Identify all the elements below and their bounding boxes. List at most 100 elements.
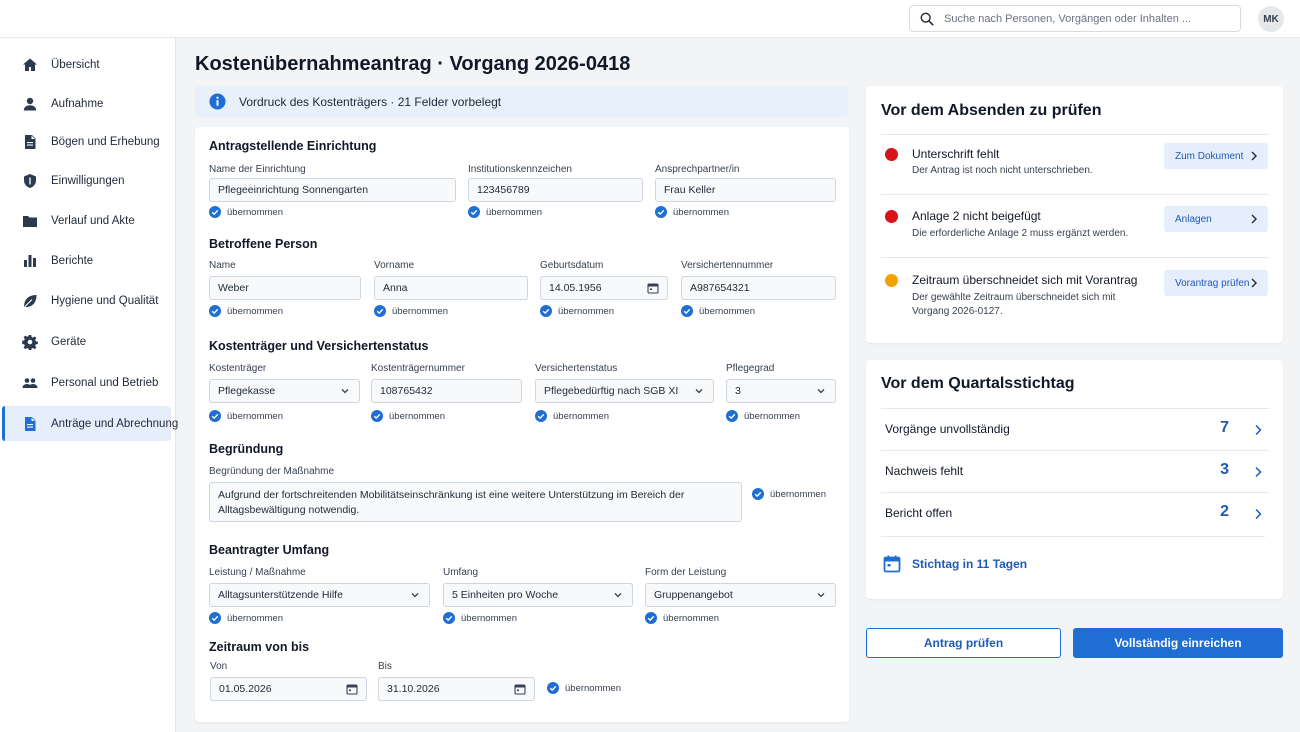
check-circle-icon <box>209 206 221 218</box>
lastname-field[interactable]: Weber <box>209 276 361 300</box>
field-label: Begründung der Maßnahme <box>209 466 335 477</box>
sidebar-item-label: Berichte <box>51 254 94 267</box>
sidebar-item-aufnahme[interactable]: Aufnahme <box>2 86 171 121</box>
banner-text: Vordruck des Kostenträgers · 21 Felder v… <box>239 94 502 109</box>
sidebar-item-label: Aufnahme <box>51 97 104 110</box>
people-icon <box>22 375 38 391</box>
confirmed-marker: übernommen <box>645 612 719 624</box>
chevron-right-icon <box>1255 466 1262 478</box>
insurance-status-select[interactable]: Pflegebedürftig nach SGB XI <box>535 379 714 403</box>
submit-button[interactable]: Vollständig einreichen <box>1073 628 1283 658</box>
sidebar-item-geraete[interactable]: Geräte <box>2 324 171 359</box>
chevron-down-icon <box>614 593 622 598</box>
info-banner: Vordruck des Kostenträgers · 21 Felder v… <box>195 86 848 117</box>
section-title-begruendung: Begründung <box>209 442 284 456</box>
bar-chart-icon <box>22 253 38 269</box>
date-from-field[interactable]: 01.05.2026 <box>210 677 367 701</box>
chevron-down-icon <box>695 389 703 394</box>
confirmed-marker: übernommen <box>540 305 614 317</box>
sidebar-item-hygiene[interactable]: Hygiene und Qualität <box>2 283 171 318</box>
form-value: Gruppenangebot <box>654 589 733 601</box>
sidebar-item-label: Einwilligungen <box>51 174 125 187</box>
divider <box>881 450 1269 451</box>
page-title: Kostenübernahmeantrag · Vorgang 2026-041… <box>195 53 631 75</box>
confirmed-marker: übernommen <box>443 612 517 624</box>
sidebar-item-einwilligungen[interactable]: Einwilligungen <box>2 163 171 198</box>
check-application-button[interactable]: Antrag prüfen <box>866 628 1061 658</box>
service-form-select[interactable]: Gruppenangebot <box>645 583 836 607</box>
confirmed-marker: übernommen <box>681 305 755 317</box>
confirmed-marker: übernommen <box>752 488 826 500</box>
confirmed-marker: übernommen <box>726 410 800 422</box>
care-grade-select[interactable]: 3 <box>726 379 836 403</box>
search-input[interactable] <box>944 12 1234 25</box>
payer-value: Pflegekasse <box>218 385 276 397</box>
divider <box>881 134 1269 135</box>
check-title: Anlage 2 nicht beigefügt <box>912 209 1041 223</box>
date-to-field[interactable]: 31.10.2026 <box>378 677 535 701</box>
quarter-row-report-open[interactable]: Bericht offen 2 <box>885 495 1269 533</box>
search-box[interactable] <box>909 5 1241 32</box>
check-circle-icon <box>681 305 693 317</box>
calendar-icon[interactable] <box>647 282 659 294</box>
dob-field[interactable]: 14.05.1956 <box>540 276 668 300</box>
service-value: Alltagsunterstützende Hilfe <box>218 589 343 601</box>
divider <box>881 257 1269 258</box>
sidebar-item-verlauf[interactable]: Verlauf und Akte <box>2 203 171 238</box>
ik-field[interactable]: 123456789 <box>468 178 643 202</box>
reason-textarea[interactable]: Aufgrund der fortschreitenden Mobilitäts… <box>209 482 742 522</box>
sidebar-item-label: Personal und Betrieb <box>51 376 159 389</box>
insurance-number-field[interactable]: A987654321 <box>681 276 836 300</box>
payer-select[interactable]: Pflegekasse <box>209 379 360 403</box>
divider <box>881 194 1269 195</box>
field-label: Vorname <box>374 260 415 271</box>
check-circle-icon <box>468 206 480 218</box>
payer-number-field[interactable]: 108765432 <box>371 379 522 403</box>
check-desc: Der gewählte Zeitraum überschneidet sich… <box>912 292 1116 317</box>
sidebar-item-label: Hygiene und Qualität <box>51 294 159 307</box>
field-label: Versichertenstatus <box>535 363 618 374</box>
sidebar-item-boegen[interactable]: Bögen und Erhebung <box>2 124 171 159</box>
avatar[interactable]: MK <box>1258 6 1284 32</box>
field-label: Pflegegrad <box>726 363 775 374</box>
quarter-row-incomplete[interactable]: Vorgänge unvollständig 7 <box>885 411 1269 449</box>
field-label: Kostenträgernummer <box>371 363 465 374</box>
facility-name-field[interactable]: Pflegeeinrichtung Sonnengarten <box>209 178 456 202</box>
chevron-down-icon <box>411 593 419 598</box>
to-document-button[interactable]: Zum Dokument <box>1164 143 1268 169</box>
contact-field[interactable]: Frau Keller <box>655 178 836 202</box>
sidebar-item-label: Geräte <box>51 335 87 348</box>
check-title: Unterschrift fehlt <box>912 147 1000 161</box>
section-title-kostentraeger: Kostenträger und Versichertenstatus <box>209 339 429 353</box>
chevron-down-icon <box>817 389 825 394</box>
status-dot-error <box>885 210 898 223</box>
section-title-zeitraum: Zeitraum von bis <box>209 640 310 654</box>
field-label: Name der Einrichtung <box>209 164 306 175</box>
chevron-right-icon <box>1251 278 1257 288</box>
scope-select[interactable]: 5 Einheiten pro Woche <box>443 583 633 607</box>
field-label: Name <box>209 260 236 271</box>
status-value: Pflegebedürftig nach SGB XI <box>544 385 679 397</box>
sidebar-item-personal[interactable]: Personal und Betrieb <box>2 365 171 400</box>
service-select[interactable]: Alltagsunterstützende Hilfe <box>209 583 430 607</box>
sidebar-item-berichte[interactable]: Berichte <box>2 243 171 278</box>
check-circle-icon <box>374 305 386 317</box>
sidebar-item-uebersicht[interactable]: Übersicht <box>2 47 171 82</box>
check-circle-icon <box>443 612 455 624</box>
calendar-icon[interactable] <box>514 683 526 695</box>
attachments-button[interactable]: Anlagen <box>1164 206 1268 232</box>
quarter-row-proof-missing[interactable]: Nachweis fehlt 3 <box>885 453 1269 491</box>
gear-icon <box>22 334 38 350</box>
firstname-field[interactable]: Anna <box>374 276 528 300</box>
calendar-icon[interactable] <box>346 683 358 695</box>
check-circle-icon <box>726 410 738 422</box>
chevron-down-icon <box>341 389 349 394</box>
sidebar-item-label: Anträge und Abrechnung <box>51 417 179 430</box>
check-circle-icon <box>209 410 221 422</box>
field-label: Bis <box>378 661 392 672</box>
document-icon <box>22 134 38 150</box>
sidebar-item-antraege[interactable]: Anträge und Abrechnung <box>2 406 178 441</box>
check-prior-application-button[interactable]: Vorantrag prüfen <box>1164 270 1268 296</box>
deadline-link[interactable]: Stichtag in 11 Tagen <box>883 555 1027 573</box>
sidebar-item-label: Verlauf und Akte <box>51 214 135 227</box>
